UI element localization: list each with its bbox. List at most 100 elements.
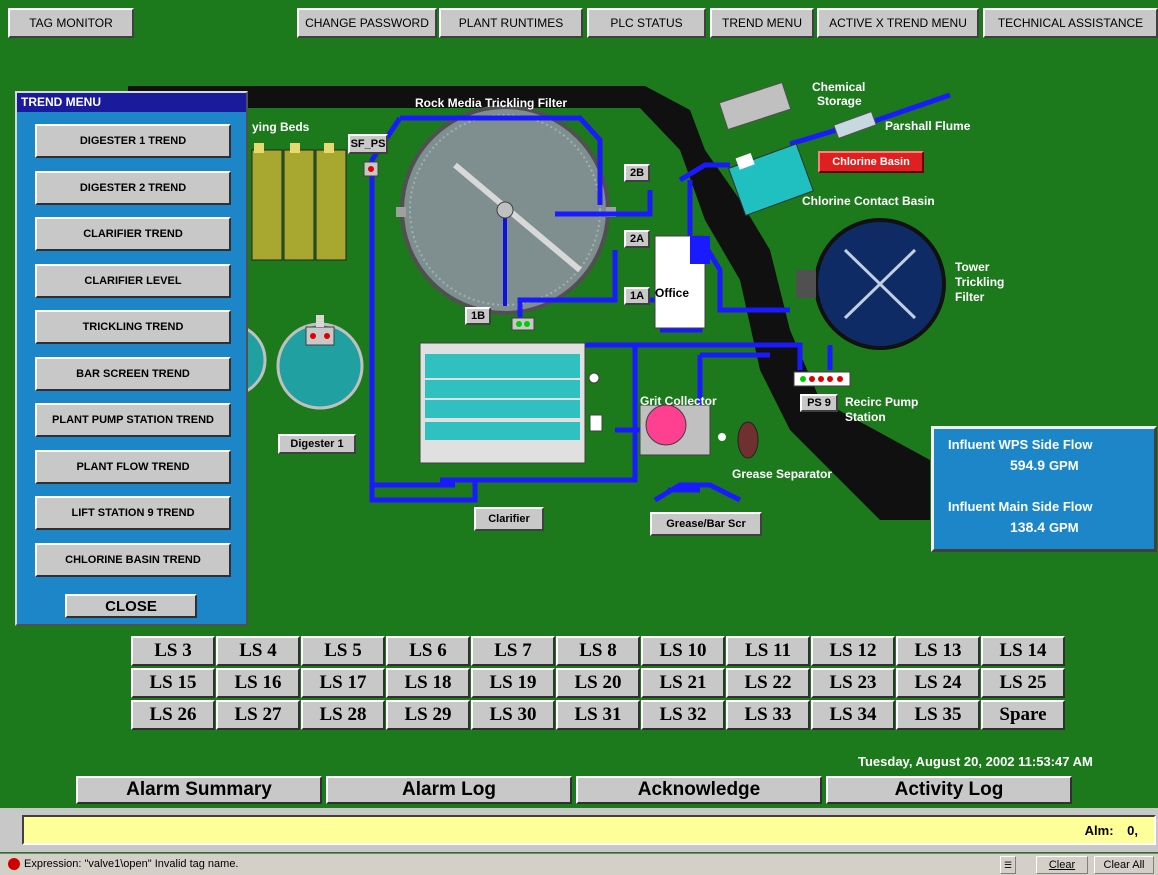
lift-station-button[interactable]: LS 14 <box>981 636 1065 666</box>
error-icon <box>8 858 20 870</box>
clarifier-trend-button[interactable]: CLARIFIER TREND <box>35 217 231 251</box>
lift-station-button[interactable]: LS 6 <box>386 636 470 666</box>
lift-station-button[interactable]: LS 5 <box>301 636 385 666</box>
lift-station-button[interactable]: LS 30 <box>471 700 555 730</box>
lift-station-button[interactable]: LS 24 <box>896 668 980 698</box>
wps-flow-value: 594.9 <box>1010 457 1046 473</box>
lift-station-button[interactable]: LS 34 <box>811 700 895 730</box>
chemical-label: Chemical <box>812 80 866 94</box>
alarm-summary-button[interactable]: Alarm Summary <box>76 776 322 804</box>
chemical-storage <box>718 81 792 131</box>
filter-label: Filter <box>955 290 985 304</box>
trickling-trend-button[interactable]: TRICKLING TREND <box>35 310 231 344</box>
clear-all-button[interactable]: Clear All <box>1094 856 1154 874</box>
rock-media-label: Rock Media Trickling Filter <box>415 96 568 110</box>
lift-station-button[interactable]: LS 17 <box>301 668 385 698</box>
scroll-icon[interactable]: ☰ <box>1000 856 1016 874</box>
lift-station-button[interactable]: Spare <box>981 700 1065 730</box>
datetime-display: Tuesday, August 20, 2002 11:53:47 AM <box>858 754 1093 769</box>
lift-station-button[interactable]: LS 32 <box>641 700 725 730</box>
clarifier-button[interactable]: Clarifier <box>474 507 544 531</box>
digester2-trend-button[interactable]: DIGESTER 2 TREND <box>35 171 231 205</box>
pump-2b-button[interactable]: 2B <box>624 164 650 182</box>
office-label: Office <box>655 286 690 300</box>
clarifier-level-button[interactable]: CLARIFIER LEVEL <box>35 264 231 298</box>
chlorine-contact-label: Chlorine Contact Basin <box>802 194 935 208</box>
lift-station-button[interactable]: LS 15 <box>131 668 215 698</box>
drying-beds <box>251 143 347 261</box>
lift-station-button[interactable]: LS 7 <box>471 636 555 666</box>
trend-menu-button[interactable]: TREND MENU <box>710 8 814 38</box>
lift-station-button[interactable]: LS 10 <box>641 636 725 666</box>
pump-2a-button[interactable]: 2A <box>624 230 650 248</box>
alarm-field: Alm: 0, <box>22 815 1156 845</box>
lift-station-button[interactable]: LS 29 <box>386 700 470 730</box>
lift-station-button[interactable]: LS 22 <box>726 668 810 698</box>
tag-monitor-button[interactable]: TAG MONITOR <box>8 8 134 38</box>
status-bar: Expression: "valve1\open" Invalid tag na… <box>0 853 1158 875</box>
recirc-pump-label: Recirc Pump <box>845 395 919 409</box>
alarm-count: Alm: 0, <box>1085 823 1138 838</box>
chlorine-basin-trend-button[interactable]: CHLORINE BASIN TREND <box>35 543 231 577</box>
lift-station-button[interactable]: LS 25 <box>981 668 1065 698</box>
main-flow-unit: GPM <box>1048 520 1079 535</box>
alarm-log-button[interactable]: Alarm Log <box>326 776 572 804</box>
grease-bar-screen-button[interactable]: Grease/Bar Scr <box>650 512 762 536</box>
lift-station-button[interactable]: LS 28 <box>301 700 385 730</box>
lift-station-button[interactable]: LS 33 <box>726 700 810 730</box>
plant-runtimes-button[interactable]: PLANT RUNTIMES <box>439 8 583 38</box>
lift-station-button[interactable]: LS 3 <box>131 636 215 666</box>
lift-station-button[interactable]: LS 18 <box>386 668 470 698</box>
grease-separator-label: Grease Separator <box>732 467 833 481</box>
main-flow-value: 138.4 <box>1010 519 1046 535</box>
wps-flow-unit: GPM <box>1048 458 1079 473</box>
activity-log-button[interactable]: Activity Log <box>826 776 1072 804</box>
technical-assistance-button[interactable]: TECHNICAL ASSISTANCE <box>983 8 1158 38</box>
pump-1a-button[interactable]: 1A <box>624 287 650 305</box>
alarm-bar: Alm: 0, <box>0 808 1158 852</box>
digester1-button[interactable]: Digester 1 <box>278 434 356 454</box>
lift-station-button[interactable]: LS 12 <box>811 636 895 666</box>
trickling-label: Trickling <box>955 275 1005 289</box>
alarm-count-value: 0, <box>1127 823 1138 838</box>
lift-station-button[interactable]: LS 11 <box>726 636 810 666</box>
grit-collector-label: Grit Collector <box>640 394 717 408</box>
lift-station-button[interactable]: LS 35 <box>896 700 980 730</box>
lift-station-button[interactable]: LS 26 <box>131 700 215 730</box>
parshall-flume-label: Parshall Flume <box>885 119 971 133</box>
trend-menu-title: TREND MENU <box>17 93 246 112</box>
lift-station-button[interactable]: LS 8 <box>556 636 640 666</box>
alarm-count-label: Alm: <box>1084 823 1114 838</box>
pump-1b-button[interactable]: 1B <box>465 307 491 325</box>
lift-station-button[interactable]: LS 4 <box>216 636 300 666</box>
digester1-trend-button[interactable]: DIGESTER 1 TREND <box>35 124 231 158</box>
lift-station-button[interactable]: LS 16 <box>216 668 300 698</box>
lift-station-button[interactable]: LS 21 <box>641 668 725 698</box>
influent-flow-panel: Influent WPS Side Flow 594.9 GPM Influen… <box>931 426 1157 552</box>
lift-station-button[interactable]: LS 31 <box>556 700 640 730</box>
plant-pump-station-trend-button[interactable]: PLANT PUMP STATION TREND <box>35 403 231 437</box>
top-nav-bar: TAG MONITOR CHANGE PASSWORD PLANT RUNTIM… <box>0 0 1158 48</box>
active-x-trend-menu-button[interactable]: ACTIVE X TREND MENU <box>817 8 979 38</box>
lift-station-button[interactable]: LS 20 <box>556 668 640 698</box>
sf-ps-button[interactable]: SF_PS <box>348 134 388 154</box>
lift-station-grid: LS 3 LS 4 LS 5 LS 6 LS 7 LS 8 LS 10 LS 11 LS 12 L… <box>131 636 1067 732</box>
lift-station-button[interactable]: LS 13 <box>896 636 980 666</box>
lift-station-button[interactable]: LS 23 <box>811 668 895 698</box>
lift-station-button[interactable]: LS 27 <box>216 700 300 730</box>
station-label: Station <box>845 410 886 424</box>
change-password-button[interactable]: CHANGE PASSWORD <box>297 8 437 38</box>
chlorine-basin-button[interactable]: Chlorine Basin <box>818 151 924 173</box>
close-button[interactable]: CLOSE <box>65 594 197 618</box>
clear-button[interactable]: Clear <box>1036 856 1088 874</box>
lift-station-button[interactable]: LS 19 <box>471 668 555 698</box>
plc-status-button[interactable]: PLC STATUS <box>587 8 706 38</box>
main-flow-value-row: 138.4 GPM <box>1010 519 1079 535</box>
status-message: Expression: "valve1\open" Invalid tag na… <box>24 858 239 870</box>
plant-flow-trend-button[interactable]: PLANT FLOW TREND <box>35 450 231 484</box>
ps9-button[interactable]: PS 9 <box>800 394 838 412</box>
lift-station9-trend-button[interactable]: LIFT STATION 9 TREND <box>35 496 231 530</box>
acknowledge-button[interactable]: Acknowledge <box>576 776 822 804</box>
bar-screen-trend-button[interactable]: BAR SCREEN TREND <box>35 357 231 391</box>
wps-flow-label: Influent WPS Side Flow <box>948 437 1093 452</box>
